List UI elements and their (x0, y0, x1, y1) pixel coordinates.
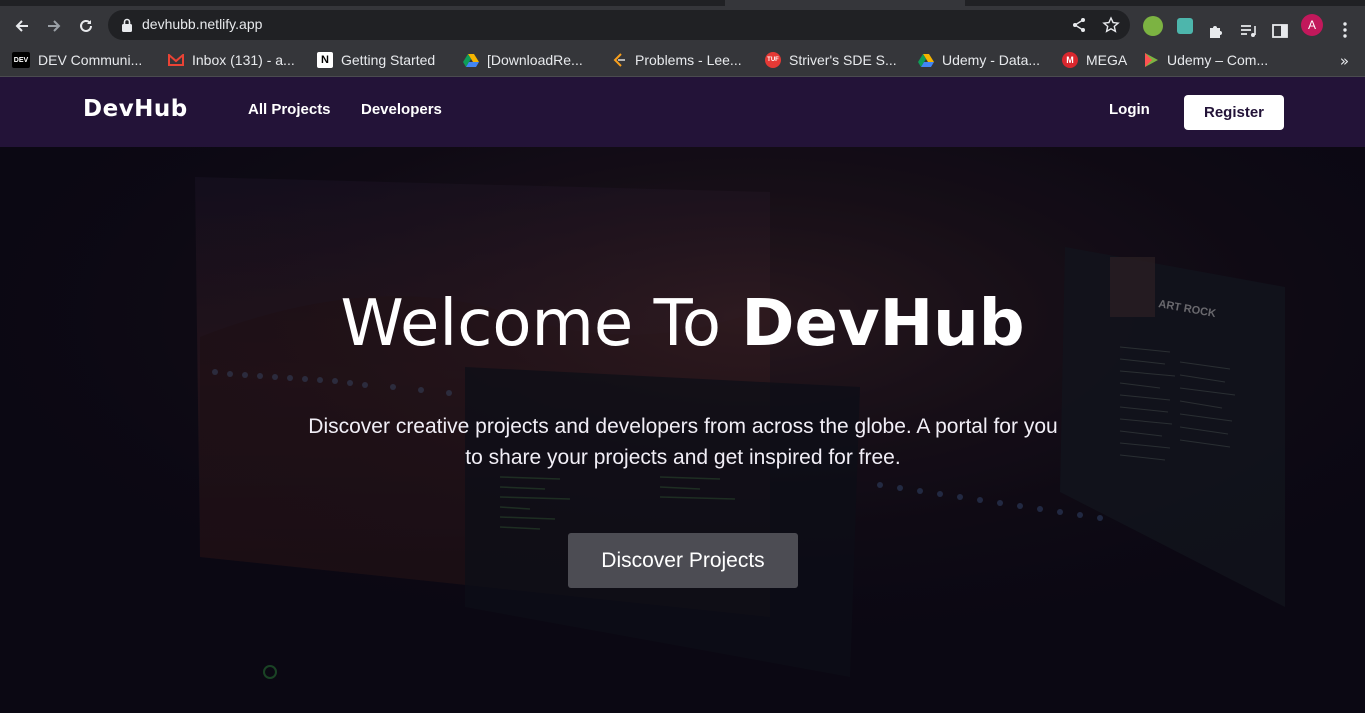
play-icon (1145, 53, 1158, 67)
browser-toolbar: devhubb.netlify.app A (0, 6, 1365, 44)
extension-calculator-icon[interactable] (1177, 18, 1193, 34)
bookmark-label: DEV Communi... (38, 52, 143, 68)
bookmark-udemy-com[interactable]: Udemy – Com... (1143, 49, 1268, 71)
bookmark-dev-community[interactable]: DEV DEV Communi... (12, 49, 142, 71)
leetcode-icon (613, 53, 625, 67)
register-button[interactable]: Register (1184, 95, 1284, 130)
media-queue-icon[interactable] (1239, 22, 1257, 40)
forward-button[interactable] (41, 13, 67, 39)
bookmark-udemy-data[interactable]: Udemy - Data... (918, 49, 1040, 71)
address-bar[interactable]: devhubb.netlify.app (108, 10, 1130, 40)
bookmark-striver[interactable]: TUF Striver's SDE S... (765, 49, 897, 71)
profile-avatar[interactable]: A (1301, 14, 1323, 36)
reload-button[interactable] (73, 13, 99, 39)
login-link[interactable]: Login (1109, 101, 1150, 118)
bookmark-label: Problems - Lee... (635, 52, 742, 68)
browser-chrome: devhubb.netlify.app A DEV DEV Communi...… (0, 0, 1365, 77)
puzzle-icon[interactable] (1207, 22, 1225, 40)
kebab-menu-icon[interactable] (1336, 21, 1354, 39)
bookmark-mega[interactable]: M MEGA (1062, 49, 1127, 71)
bookmark-getting-started[interactable]: N Getting Started (317, 49, 435, 71)
arrow-right-icon (48, 20, 61, 32)
nav-all-projects[interactable]: All Projects (248, 101, 331, 118)
hero-title: Welcome To DevHub (0, 287, 1365, 361)
dev-icon: DEV (12, 52, 30, 68)
hero-title-light: Welcome To (340, 287, 742, 361)
site-header: DevHub All Projects Developers Login Reg… (0, 77, 1365, 147)
bookmark-label: Getting Started (341, 52, 436, 68)
bookmark-label: [DownloadRe... (487, 52, 583, 68)
share-icon[interactable] (1070, 16, 1088, 34)
bookmark-label: MEGA (1086, 52, 1128, 68)
star-icon[interactable] (1102, 16, 1120, 34)
bookmark-download[interactable]: [DownloadRe... (463, 49, 583, 71)
discover-projects-button[interactable]: Discover Projects (568, 533, 798, 588)
reload-icon (80, 19, 92, 32)
bookmark-label: Inbox (131) - a... (192, 52, 295, 68)
tuf-icon: TUF (765, 52, 781, 68)
hero-subtitle: Discover creative projects and developer… (308, 415, 1058, 469)
lock-icon (122, 18, 132, 32)
bookmark-label: Striver's SDE S... (789, 52, 897, 68)
url-text: devhubb.netlify.app (142, 16, 263, 32)
bookmark-leetcode[interactable]: Problems - Lee... (611, 49, 742, 71)
bookmark-label: Udemy – Com... (1167, 52, 1269, 68)
devhub-logo[interactable]: DevHub (83, 96, 188, 122)
hero-title-brand: DevHub (741, 287, 1025, 361)
nav-developers[interactable]: Developers (361, 101, 442, 118)
bookmarks-overflow-icon[interactable]: » (1340, 52, 1349, 70)
google-drive-icon (463, 54, 479, 67)
back-button[interactable] (9, 13, 35, 39)
bookmark-inbox[interactable]: Inbox (131) - a... (168, 49, 295, 71)
gmail-icon (168, 54, 184, 66)
bookmarks-bar: DEV DEV Communi... Inbox (131) - a... N … (0, 44, 1365, 77)
side-panel-icon[interactable] (1271, 22, 1289, 40)
google-drive-icon (918, 54, 934, 67)
hero-section: ART ROCK Welcome To DevHub Discover crea… (0, 147, 1365, 713)
arrow-left-icon (15, 20, 28, 32)
notion-icon: N (317, 52, 333, 68)
bookmark-label: Udemy - Data... (942, 52, 1041, 68)
extension-add-icon[interactable] (1143, 16, 1163, 36)
mega-icon: M (1062, 52, 1078, 68)
